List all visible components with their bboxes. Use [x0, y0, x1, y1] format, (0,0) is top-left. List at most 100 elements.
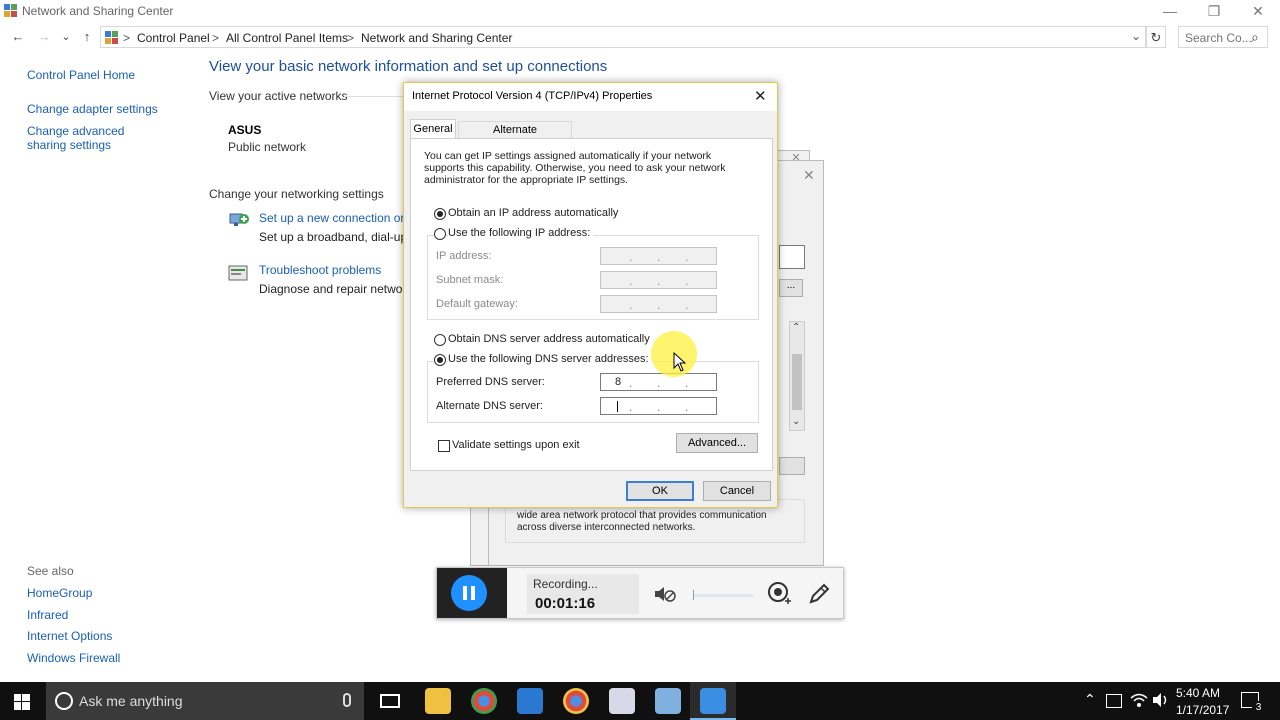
control-panel-icon [700, 688, 726, 714]
breadcrumb-control-panel[interactable]: Control Panel [137, 31, 210, 45]
dns-auto-label[interactable]: Obtain DNS server address automatically [448, 333, 650, 345]
recorder-status-panel: Recording... 00:01:16 [527, 574, 639, 614]
dialog-title: Internet Protocol Version 4 (TCP/IPv4) P… [412, 90, 653, 102]
dns-manual-label[interactable]: Use the following DNS server addresses: [448, 353, 652, 365]
forward-button[interactable]: → [34, 26, 54, 48]
infrared-link[interactable]: Infrared [27, 608, 68, 622]
control-panel-taskbar-button[interactable] [690, 682, 736, 720]
volume-thumb[interactable] [693, 590, 694, 600]
back-button[interactable]: ← [8, 26, 28, 48]
advanced-button[interactable]: Advanced... [676, 433, 758, 453]
scrollbar-thumb[interactable] [792, 354, 802, 410]
close-icon[interactable]: ✕ [803, 167, 815, 184]
cortana-icon [55, 692, 73, 710]
ip-address-label: IP address: [436, 250, 492, 262]
properties-button-edge[interactable] [779, 457, 805, 475]
default-gateway-field[interactable]: ... [600, 295, 717, 313]
network-type: Public network [228, 140, 307, 154]
pause-button[interactable] [451, 575, 487, 611]
configure-button-edge[interactable]: ... [779, 279, 803, 297]
cortana-placeholder: Ask me anything [79, 693, 183, 709]
paint-icon[interactable] [655, 688, 681, 714]
validate-checkbox[interactable] [438, 440, 450, 452]
tray-chevron-icon[interactable]: ⌃ [1084, 691, 1096, 708]
scroll-down-icon[interactable]: ⌄ [792, 416, 800, 427]
tab-general[interactable]: General [410, 119, 456, 139]
subnet-mask-label: Subnet mask: [436, 274, 504, 286]
webcam-icon[interactable] [767, 581, 793, 607]
internet-options-link[interactable]: Internet Options [27, 629, 112, 643]
minimize-button[interactable]: — [1148, 0, 1192, 22]
taskbar: Ask me anything ⌃ 5:40 AM 1/17/2017 3 [0, 682, 1280, 720]
notification-badge: 3 [1252, 701, 1265, 714]
clock-date[interactable]: 1/17/2017 [1176, 703, 1229, 717]
tab-alternate-configuration[interactable]: Alternate Configuration [458, 121, 572, 152]
text-cursor [617, 401, 618, 412]
task-view-icon[interactable] [380, 694, 400, 708]
restore-button[interactable]: ❐ [1192, 0, 1236, 22]
breadcrumb-network-sharing[interactable]: Network and Sharing Center [361, 31, 512, 45]
navigation-bar: ← → ⌄ ↑ > Control Panel > All Control Pa… [0, 26, 1280, 48]
validate-label[interactable]: Validate settings upon exit [452, 439, 580, 451]
divider [344, 96, 404, 97]
ok-button[interactable]: OK [626, 481, 694, 501]
cortana-search-box[interactable]: Ask me anything [46, 682, 364, 720]
address-dropdown-icon[interactable]: ⌄ [1131, 29, 1141, 43]
preferred-dns-field[interactable]: 8 ... [600, 373, 717, 391]
refresh-button[interactable]: ↻ [1146, 26, 1166, 48]
chrome-canary-icon[interactable] [563, 688, 589, 714]
ip-manual-label[interactable]: Use the following IP address: [448, 227, 594, 239]
notepad-icon[interactable] [609, 688, 635, 714]
dns-manual-radio[interactable] [434, 354, 446, 366]
windows-start-icon[interactable] [14, 694, 30, 710]
troubleshoot-icon [228, 263, 250, 285]
setup-connection-desc: Set up a broadband, dial-up, [259, 230, 411, 244]
dns-auto-radio[interactable] [434, 334, 446, 346]
window-title: Network and Sharing Center [22, 4, 174, 18]
network-name: ASUS [228, 123, 262, 137]
dialog-close-button[interactable]: ✕ [754, 87, 767, 105]
troubleshoot-link[interactable]: Troubleshoot problems [259, 263, 381, 277]
alternate-dns-field[interactable]: ... [600, 397, 717, 415]
pen-icon[interactable] [807, 582, 831, 606]
cancel-button[interactable]: Cancel [703, 481, 771, 501]
change-advanced-sharing-link[interactable]: Change advanced sharing settings [27, 124, 167, 152]
default-gateway-label: Default gateway: [436, 298, 518, 310]
search-input[interactable]: Search Co... ⌕ [1178, 26, 1268, 48]
address-box[interactable]: > Control Panel > All Control Panel Item… [100, 26, 1146, 48]
ip-manual-radio[interactable] [434, 228, 446, 240]
page-title: View your basic network information and … [209, 58, 608, 75]
wifi-icon[interactable] [1130, 692, 1148, 708]
up-button[interactable]: ↑ [77, 26, 97, 48]
keyboard-icon[interactable] [1106, 694, 1122, 708]
preferred-dns-octet: 8 [615, 376, 622, 388]
file-explorer-icon[interactable] [425, 688, 451, 714]
change-settings-label: Change your networking settings [209, 187, 384, 201]
active-networks-label: View your active networks [209, 89, 348, 103]
clock-time[interactable]: 5:40 AM [1176, 686, 1220, 700]
breadcrumb-separator: > [212, 31, 220, 45]
breadcrumb-all-items[interactable]: All Control Panel Items [226, 31, 348, 45]
subnet-mask-field[interactable]: ... [600, 271, 717, 289]
change-adapter-settings-link[interactable]: Change adapter settings [27, 102, 158, 116]
scrollbar[interactable]: ⌃ ⌄ [789, 321, 805, 431]
scroll-up-icon[interactable]: ⌃ [792, 322, 800, 333]
see-also-label: See also [27, 564, 74, 578]
setup-connection-link[interactable]: Set up a new connection or n [259, 211, 414, 225]
homegroup-link[interactable]: HomeGroup [27, 586, 92, 600]
recent-locations-dropdown[interactable]: ⌄ [56, 26, 76, 48]
audio-muted-icon[interactable] [653, 584, 677, 604]
volume-slider[interactable] [693, 590, 753, 600]
ip-auto-label[interactable]: Obtain an IP address automatically [448, 207, 618, 219]
windows-firewall-link[interactable]: Windows Firewall [27, 651, 120, 665]
alternate-dns-label: Alternate DNS server: [436, 400, 543, 412]
close-window-button[interactable]: ✕ [1236, 0, 1280, 22]
ip-address-field[interactable]: ... [600, 247, 717, 265]
video-chat-icon[interactable] [517, 688, 543, 714]
control-panel-icon [4, 4, 17, 17]
control-panel-home-link[interactable]: Control Panel Home [27, 68, 135, 82]
microphone-icon[interactable] [343, 693, 351, 707]
volume-icon[interactable] [1152, 692, 1170, 708]
chrome-icon[interactable] [471, 688, 497, 714]
ip-auto-radio[interactable] [434, 208, 446, 220]
